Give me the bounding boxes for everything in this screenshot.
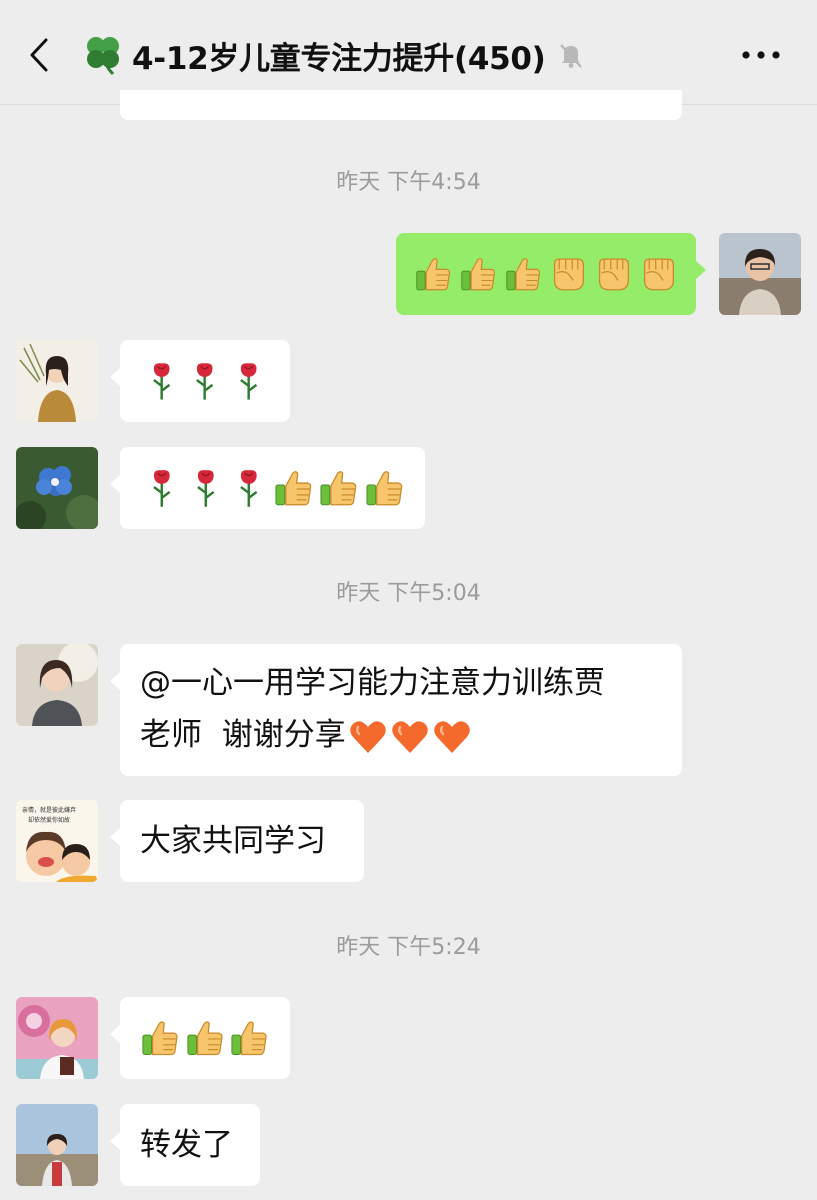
chevron-left-icon xyxy=(30,38,48,72)
avatar-member[interactable] xyxy=(16,340,98,422)
avatar-self[interactable] xyxy=(719,233,801,315)
rose-icon xyxy=(234,360,263,402)
timestamp: 昨天 下午5:04 xyxy=(336,581,481,606)
message-bubble[interactable] xyxy=(110,447,425,529)
svg-text:亲情，就是彼此嫌弃: 亲情，就是彼此嫌弃 xyxy=(22,806,76,814)
avatar-member[interactable] xyxy=(16,997,98,1079)
avatar-member[interactable] xyxy=(16,447,98,529)
timestamp: 昨天 下午5:24 xyxy=(336,935,481,960)
message-bubble-self[interactable] xyxy=(396,233,706,315)
rose-icon xyxy=(147,360,176,402)
message-text: 老师 谢谢分享 xyxy=(140,717,346,753)
thumbs-up-icon xyxy=(414,253,453,295)
thumbs-up-icon xyxy=(185,1017,226,1059)
ellipsis-icon xyxy=(742,51,780,59)
message-text: 转发了 xyxy=(140,1127,233,1163)
bell-muted-icon xyxy=(559,44,582,68)
message-text-line: @一心一用学习能力注意力训练贾 xyxy=(140,665,605,701)
rose-icon xyxy=(190,360,219,402)
message-bubble[interactable] xyxy=(110,997,290,1079)
avatar-member[interactable]: 亲情，就是彼此嫌弃 却依然爱你如故 xyxy=(16,800,98,882)
four-leaf-clover-icon xyxy=(87,37,119,76)
chat-title: 4-12岁儿童专注力提升(450) xyxy=(132,40,546,77)
message-text: 大家共同学习 xyxy=(140,823,326,859)
thumbs-up-icon xyxy=(140,1017,181,1059)
fist-icon xyxy=(639,253,678,295)
heart-icon xyxy=(432,717,472,757)
more-options-button[interactable] xyxy=(738,40,784,70)
back-button[interactable] xyxy=(22,34,62,76)
thumbs-up-icon xyxy=(459,253,498,295)
svg-text:却依然爱你如故: 却依然爱你如故 xyxy=(28,816,70,824)
message-bubble-partial[interactable] xyxy=(120,90,682,120)
message-bubble[interactable]: 转发了 xyxy=(110,1104,260,1186)
heart-icon xyxy=(348,717,388,757)
fist-icon xyxy=(549,253,588,295)
avatar-member[interactable] xyxy=(16,1104,98,1186)
avatar-member[interactable] xyxy=(16,644,98,726)
rose-icon xyxy=(191,467,221,509)
thumbs-up-icon xyxy=(318,467,359,509)
rose-icon xyxy=(234,467,264,509)
message-bubble[interactable]: @一心一用学习能力注意力训练贾 老师 谢谢分享 xyxy=(110,644,682,776)
thumbs-up-icon xyxy=(364,467,405,509)
thumbs-up-icon xyxy=(504,253,543,295)
heart-icon xyxy=(390,717,430,757)
thumbs-up-icon xyxy=(229,1017,270,1059)
message-text-line: 老师 谢谢分享 xyxy=(140,709,662,761)
rose-icon xyxy=(147,467,177,509)
chat-title-area[interactable]: 4-12岁儿童专注力提升(450) xyxy=(80,30,586,80)
thumbs-up-icon xyxy=(273,467,314,509)
fist-icon xyxy=(594,253,633,295)
message-bubble[interactable]: 大家共同学习 xyxy=(110,800,364,882)
timestamp: 昨天 下午4:54 xyxy=(336,170,481,195)
message-bubble[interactable] xyxy=(110,340,290,422)
